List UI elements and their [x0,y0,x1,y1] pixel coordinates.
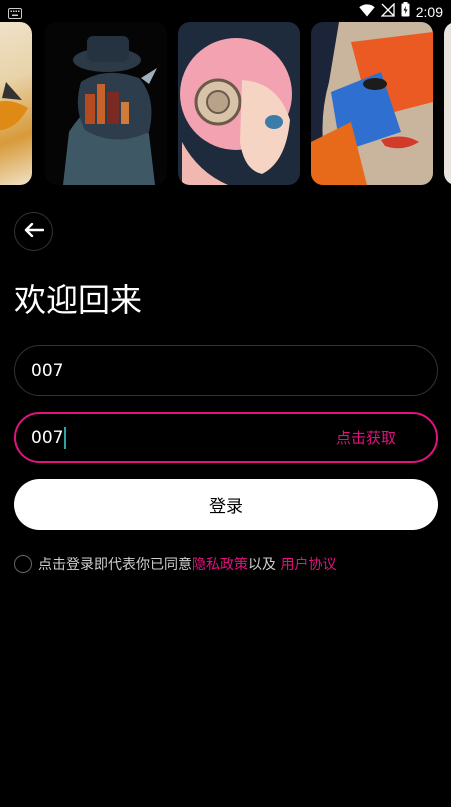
phone-input[interactable]: 007 [14,345,438,396]
artwork-card-robot-girl[interactable] [178,22,300,185]
phone-input-value[interactable]: 007 [31,346,63,395]
privacy-policy-link[interactable]: 隐私政策 [192,554,248,574]
agreement-row: 点击登录即代表你已同意 隐私政策 以及 用户协议 [14,553,336,575]
wifi-icon [359,2,375,21]
artwork-gallery[interactable] [0,22,451,185]
signal-off-icon [380,2,395,21]
verification-code-input[interactable]: 007 点击获取 [14,412,438,463]
arrow-left-icon [24,222,44,241]
artwork-card-partial[interactable] [444,22,451,185]
artwork-card-rhino[interactable] [45,22,167,185]
artwork-card-bird[interactable] [0,22,32,185]
agreement-text: 点击登录即代表你已同意 [38,557,192,573]
login-button[interactable]: 登录 [14,479,438,530]
verification-code-value[interactable]: 007 [31,428,63,448]
back-button[interactable] [14,212,53,251]
artwork-card-colorful-face[interactable] [311,22,433,185]
agreement-connector: 以及 [248,557,281,573]
battery-icon [401,2,410,21]
text-caret [64,426,67,449]
status-bar: 2:09 [0,0,451,22]
clock: 2:09 [415,3,443,20]
verification-code-value-wrap[interactable]: 007 [31,414,67,461]
page-title: 欢迎回来 [14,281,143,319]
user-agreement-link[interactable]: 用户协议 [280,554,336,574]
get-code-button[interactable]: 点击获取 [336,414,396,461]
keyboard-icon [8,4,22,23]
agreement-checkbox[interactable] [14,555,32,573]
